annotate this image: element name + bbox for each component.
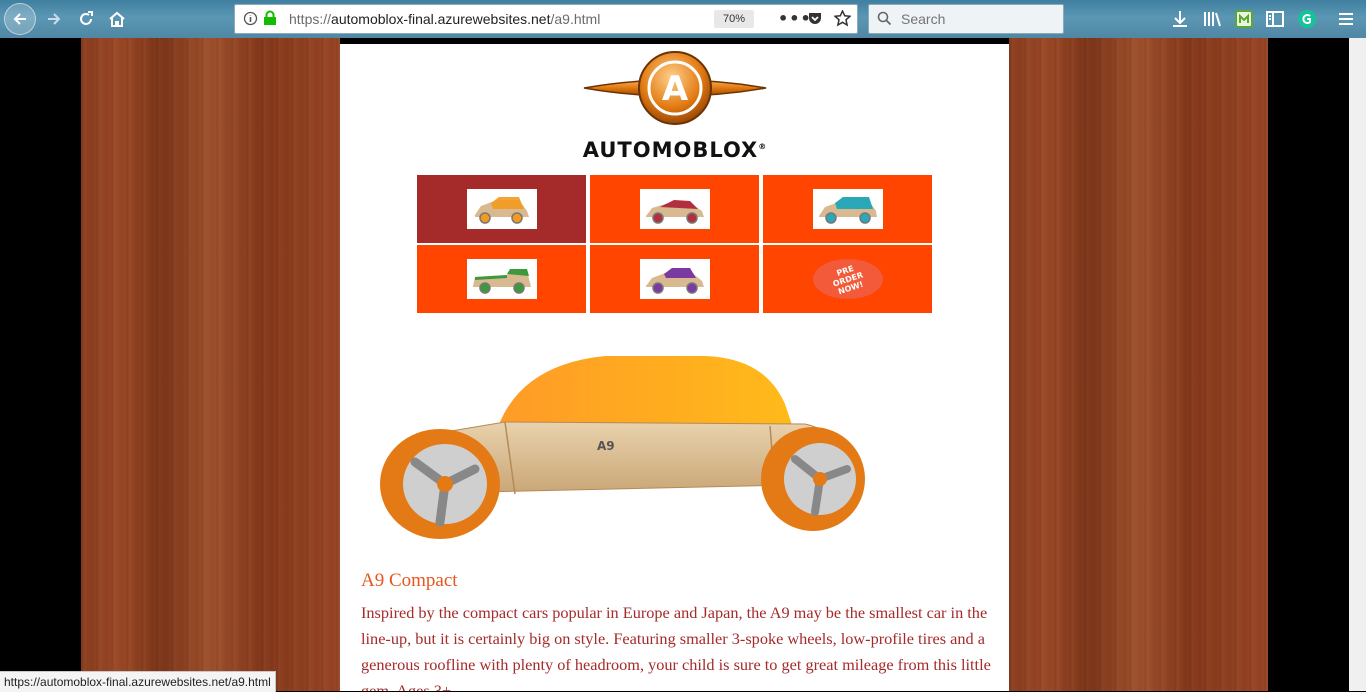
wood-background-right [1009, 38, 1268, 691]
model-thumbnail [812, 189, 883, 229]
product-image: A9 [365, 344, 875, 544]
back-arrow-icon [13, 13, 26, 25]
model-thumbnail [466, 189, 537, 229]
forward-arrow-icon [48, 13, 61, 25]
model-tile-2[interactable] [590, 175, 759, 243]
menu-icon[interactable] [1336, 9, 1356, 29]
status-bar-url: https://automoblox-final.azurewebsites.n… [0, 671, 276, 692]
forward-button[interactable] [40, 5, 68, 33]
logo-wordmark: AUTOMOBLOX® [570, 138, 780, 162]
preorder-tile[interactable]: PRE ORDER NOW! [763, 245, 932, 313]
downloads-icon[interactable] [1170, 9, 1190, 29]
scrollbar[interactable] [1349, 38, 1366, 691]
search-input[interactable] [899, 9, 1053, 29]
wood-background-left [81, 38, 340, 691]
zoom-indicator[interactable]: 70% [714, 10, 754, 28]
grammarly-icon[interactable] [1297, 9, 1317, 29]
url-text: https://automoblox-final.azurewebsites.n… [289, 11, 600, 27]
model-grid: PRE ORDER NOW! [417, 175, 932, 313]
car-thumbnail-icon [474, 197, 529, 224]
address-bar[interactable]: https://automoblox-final.azurewebsites.n… [234, 4, 858, 34]
site-logo[interactable]: A AUTOMOBLOX® [570, 48, 780, 164]
car-thumbnail-icon [645, 268, 704, 294]
logo-emblem-icon: A [583, 51, 767, 125]
logo-letter: A [662, 69, 689, 109]
car-thumbnail-icon [472, 269, 531, 294]
search-bar[interactable] [868, 4, 1064, 34]
back-button[interactable] [4, 3, 36, 35]
home-icon [109, 11, 125, 27]
preorder-label: PRE ORDER NOW! [831, 263, 865, 296]
page-viewport: A AUTOMOBLOX® PRE ORDER NOW! A9 A9 Compa… [0, 38, 1366, 691]
reload-button[interactable] [72, 5, 100, 33]
logo-wordmark-text: AUTOMOBLOX [582, 138, 759, 162]
model-tile-3[interactable] [763, 175, 932, 243]
browser-window: https://automoblox-final.azurewebsites.n… [0, 0, 1366, 692]
model-tile-4[interactable] [417, 245, 586, 313]
reload-icon [80, 11, 93, 25]
car-model-badge: A9 [597, 439, 615, 453]
front-wheel-icon [380, 429, 500, 539]
logo-registered-mark: ® [758, 142, 768, 151]
bookmark-star-icon[interactable] [834, 10, 851, 27]
model-tile-5[interactable] [590, 245, 759, 313]
lock-icon [264, 10, 276, 25]
model-tile-a9[interactable] [417, 175, 586, 243]
car-thumbnail-icon [818, 197, 877, 224]
product-title: A9 Compact [361, 570, 458, 591]
product-description: Inspired by the compact cars popular in … [361, 603, 991, 691]
pocket-icon[interactable] [807, 11, 823, 27]
model-thumbnail [639, 259, 710, 299]
extension-icon[interactable] [1234, 9, 1254, 29]
library-icon[interactable] [1202, 9, 1222, 29]
preorder-badge[interactable]: PRE ORDER NOW! [812, 259, 883, 299]
content-column: A AUTOMOBLOX® PRE ORDER NOW! A9 A9 Compa… [340, 38, 1009, 691]
car-thumbnail-icon [645, 200, 704, 224]
a9-car-image-icon: A9 [380, 356, 865, 539]
url-path: /a9.html [550, 11, 601, 27]
home-button[interactable] [103, 5, 131, 33]
model-thumbnail [466, 259, 537, 299]
sidebar-icon[interactable] [1265, 9, 1285, 29]
info-icon [243, 11, 258, 26]
search-icon [877, 11, 892, 26]
url-scheme: https:// [289, 11, 332, 27]
browser-toolbar: https://automoblox-final.azurewebsites.n… [0, 0, 1366, 38]
model-thumbnail [639, 189, 710, 229]
rear-wheel-icon [761, 427, 865, 531]
url-host: automoblox-final.azurewebsites.net [331, 11, 551, 27]
